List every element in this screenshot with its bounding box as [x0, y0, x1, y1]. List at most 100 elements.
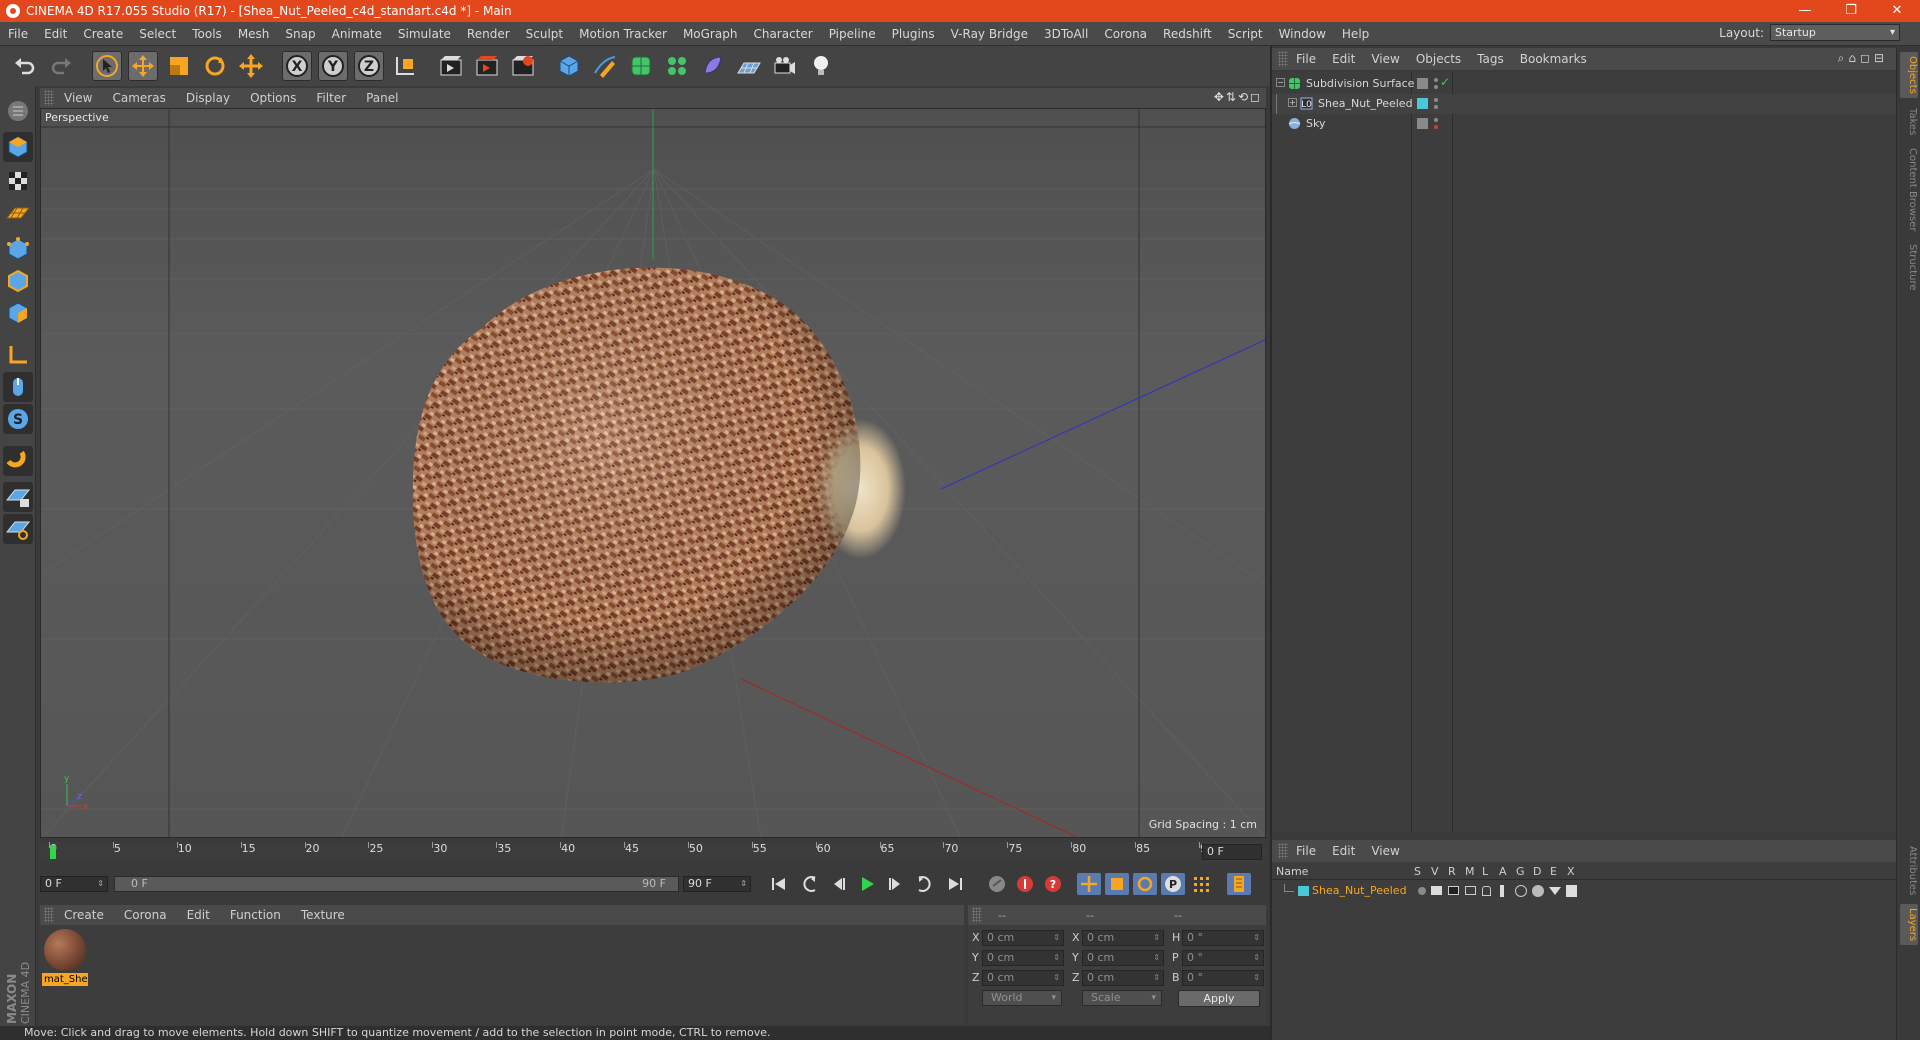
render-picture-viewer-icon[interactable]: [472, 51, 502, 81]
layer-col-render[interactable]: R: [1448, 865, 1456, 878]
menu-animate[interactable]: Animate: [324, 27, 390, 41]
material-menu-create[interactable]: Create: [54, 908, 114, 922]
menu-corona[interactable]: Corona: [1096, 27, 1155, 41]
viewport-menu-display[interactable]: Display: [176, 91, 240, 105]
layer-expressions-toggle[interactable]: [1549, 887, 1561, 895]
points-mode-icon[interactable]: [3, 234, 33, 264]
layer-col-generators[interactable]: G: [1516, 865, 1525, 878]
menu-3dtoall[interactable]: 3DToAll: [1036, 27, 1096, 41]
menu-mograph[interactable]: MoGraph: [675, 27, 746, 41]
object-name[interactable]: Subdivision Surface: [1306, 77, 1414, 90]
keyframe-selection-icon[interactable]: ?: [1041, 873, 1065, 895]
menu-snap[interactable]: Snap: [277, 27, 323, 41]
tab-attributes[interactable]: Attributes: [1900, 846, 1918, 895]
rotation-b-field[interactable]: 0 ° ⇕: [1182, 970, 1264, 986]
menu-file[interactable]: File: [0, 27, 36, 41]
tab-content-browser[interactable]: Content Browser: [1900, 148, 1918, 231]
layer-tag-icon[interactable]: [1417, 78, 1428, 89]
object-name[interactable]: Shea_Nut_Peeled: [1318, 97, 1413, 110]
viewport-menu-panel[interactable]: Panel: [356, 91, 408, 105]
objects-menu-tags[interactable]: Tags: [1469, 52, 1512, 66]
parameter-key-icon[interactable]: P: [1161, 873, 1185, 895]
move-icon[interactable]: [128, 51, 158, 81]
menu-plugins[interactable]: Plugins: [884, 27, 943, 41]
layer-xrefs-toggle[interactable]: [1566, 885, 1577, 897]
workplane-mode-icon[interactable]: [3, 198, 33, 228]
current-frame-field[interactable]: 0 F: [1202, 844, 1262, 860]
edit-render-settings-icon[interactable]: [508, 51, 538, 81]
layer-manager-toggle[interactable]: [1465, 886, 1476, 895]
close-button[interactable]: ✕: [1874, 0, 1920, 22]
render-visibility-dot[interactable]: [1434, 125, 1438, 129]
layer-name[interactable]: Shea_Nut_Peeled: [1312, 884, 1407, 897]
panel-grip[interactable]: [972, 907, 982, 923]
viewport-menu-options[interactable]: Options: [240, 91, 306, 105]
size-mode-dropdown[interactable]: Scale: [1082, 990, 1162, 1006]
start-frame-field[interactable]: 0 F ⇕: [40, 876, 108, 892]
render-visibility-dot[interactable]: [1434, 105, 1438, 109]
autokeying-icon[interactable]: [1013, 873, 1037, 895]
object-row-sky[interactable]: Sky: [1272, 114, 1896, 134]
menu-script[interactable]: Script: [1220, 27, 1271, 41]
object-manager-tool-icons[interactable]: ⌕⌂◻⊟: [1838, 51, 1888, 66]
menu-pipeline[interactable]: Pipeline: [821, 27, 884, 41]
render-view-icon[interactable]: [436, 51, 466, 81]
size-y-field[interactable]: 0 cm ⇕: [1082, 950, 1164, 966]
layer-col-locked[interactable]: L: [1482, 865, 1488, 878]
tab-structure[interactable]: Structure: [1900, 244, 1918, 291]
apply-button[interactable]: Apply: [1178, 990, 1260, 1007]
viewport-camera-label[interactable]: Perspective: [45, 111, 109, 124]
redo-icon[interactable]: [46, 51, 76, 81]
record-active-objects-icon[interactable]: [985, 873, 1009, 895]
polygons-mode-icon[interactable]: [3, 298, 33, 328]
cube-icon[interactable]: [554, 51, 584, 81]
material-menu-texture[interactable]: Texture: [291, 908, 355, 922]
viewport-menu-cameras[interactable]: Cameras: [102, 91, 175, 105]
position-key-icon[interactable]: [1077, 873, 1101, 895]
panel-grip[interactable]: [44, 90, 54, 106]
layer-color-tag[interactable]: [1417, 98, 1428, 109]
restore-button[interactable]: ❐: [1828, 0, 1874, 22]
layer-solo-toggle[interactable]: [1418, 887, 1426, 895]
frame-range-slider[interactable]: 0 F 90 F: [114, 876, 679, 892]
undo-icon[interactable]: [10, 51, 40, 81]
panel-grip[interactable]: [1278, 843, 1288, 859]
locked-workplane-icon[interactable]: [3, 482, 33, 512]
menu-mesh[interactable]: Mesh: [230, 27, 278, 41]
scale-icon[interactable]: [164, 51, 194, 81]
viewport-navigation-icons[interactable]: ✥⇅⟲◻: [1214, 90, 1262, 104]
menu-help[interactable]: Help: [1334, 27, 1377, 41]
layer-col-expressions[interactable]: E: [1550, 865, 1557, 878]
play-forwards-button[interactable]: [855, 873, 879, 895]
objects-menu-objects[interactable]: Objects: [1408, 52, 1469, 66]
layer-view-toggle[interactable]: [1431, 886, 1442, 895]
layer-lock-toggle[interactable]: [1482, 886, 1491, 896]
x-axis-icon[interactable]: X: [282, 51, 312, 81]
planar-workplane-icon[interactable]: [3, 514, 33, 544]
subdivision-icon[interactable]: [626, 51, 656, 81]
size-x-field[interactable]: 0 cm ⇕: [1082, 930, 1164, 946]
material-menu-corona[interactable]: Corona: [114, 908, 177, 922]
magnet-icon[interactable]: [3, 446, 33, 476]
layers-menu-view[interactable]: View: [1363, 844, 1407, 858]
layer-col-deformers[interactable]: D: [1533, 865, 1541, 878]
menu-tools[interactable]: Tools: [184, 27, 230, 41]
material-menu-edit[interactable]: Edit: [177, 908, 220, 922]
menu-create[interactable]: Create: [75, 27, 131, 41]
rotation-h-field[interactable]: 0 ° ⇕: [1182, 930, 1264, 946]
menu-vray-bridge[interactable]: V-Ray Bridge: [943, 27, 1036, 41]
point-level-animation-icon[interactable]: [1189, 873, 1213, 895]
model-mode-icon[interactable]: [3, 132, 33, 162]
render-visibility-dot[interactable]: [1434, 85, 1438, 89]
coordinate-space-dropdown[interactable]: World: [982, 990, 1062, 1006]
menu-select[interactable]: Select: [131, 27, 184, 41]
expand-toggle[interactable]: +: [1288, 98, 1297, 107]
object-row-subdivision-surface[interactable]: − Subdivision Surface ✓: [1272, 74, 1896, 94]
collapse-toggle[interactable]: −: [1276, 78, 1285, 87]
objects-menu-file[interactable]: File: [1288, 52, 1324, 66]
editor-visibility-dot[interactable]: [1434, 78, 1438, 82]
layer-col-xrefs[interactable]: X: [1567, 865, 1575, 878]
end-frame-field[interactable]: 90 F ⇕: [683, 876, 751, 892]
menu-character[interactable]: Character: [745, 27, 820, 41]
material-menu-function[interactable]: Function: [220, 908, 291, 922]
